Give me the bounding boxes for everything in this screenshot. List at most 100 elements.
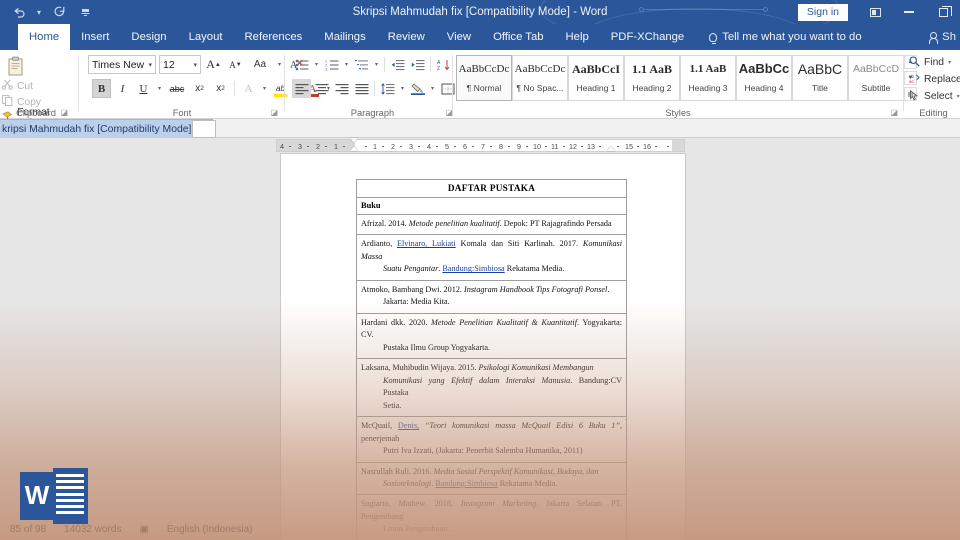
hyperlink-text[interactable]: Bandung:Simbiosa	[435, 479, 497, 488]
font-dialog-launcher-icon[interactable]: ◪	[270, 108, 278, 117]
style-title[interactable]: AaBbC Title	[792, 55, 848, 101]
group-separator-1	[78, 55, 79, 111]
text-effects-button[interactable]: A	[239, 79, 258, 98]
select-button[interactable]: Select ▾	[909, 88, 960, 105]
text-highlight-color-button[interactable]: ab	[271, 79, 290, 98]
right-indent-marker[interactable]	[607, 146, 615, 151]
tab-insert[interactable]: Insert	[70, 24, 120, 50]
tab-home[interactable]: Home	[18, 24, 71, 50]
chevron-down-icon[interactable]: ▾	[428, 85, 437, 92]
multilevel-list-icon[interactable]	[352, 55, 371, 74]
minimize-icon[interactable]	[892, 0, 926, 24]
chevron-down-icon[interactable]: ▾	[260, 85, 269, 92]
table-row-reference[interactable]: Atmoko, Bambang Dwi. 2012. Instagram Han…	[356, 279, 627, 313]
new-tab-icon[interactable]	[192, 120, 216, 138]
strikethrough-button[interactable]: abc	[166, 79, 188, 98]
restore-icon[interactable]	[926, 0, 960, 24]
proofing-errors-icon[interactable]: ▣	[139, 524, 148, 535]
chevron-down-icon[interactable]: ▾	[32, 2, 46, 22]
tab-pdf-xchange[interactable]: PDF-XChange	[600, 24, 695, 50]
align-center-icon[interactable]	[312, 79, 331, 98]
clipboard-dialog-launcher-icon[interactable]: ◪	[60, 108, 68, 117]
document-canvas: DAFTAR PUSTAKA Buku Afrizal. 2014. Metod…	[0, 154, 960, 540]
word-count[interactable]: 14032 words	[64, 524, 121, 535]
numbering-icon[interactable]: 123	[322, 55, 341, 74]
sign-in-button[interactable]: Sign in	[797, 3, 848, 21]
style-normal[interactable]: AaBbCcDc ¶ Normal	[456, 55, 512, 101]
reference-line: Suatu Pengantar. Bandung:Simbiosa Rekata…	[361, 263, 622, 275]
find-button[interactable]: Find ▾	[909, 54, 960, 71]
table-row-reference[interactable]: Nasrullah Ruli. 2016. Media Sosial Persp…	[356, 461, 627, 495]
shrink-font-button[interactable]: A ▼	[226, 55, 245, 74]
hanging-indent-marker[interactable]	[350, 146, 358, 151]
subscript-button[interactable]: x2	[190, 79, 209, 98]
chevron-down-icon[interactable]: ▾	[312, 61, 321, 68]
table-row-reference[interactable]: Laksana, Muhibudin Wijaya. 2015. Psikolo…	[356, 358, 627, 417]
shading-icon[interactable]	[408, 79, 427, 98]
tab-view[interactable]: View	[436, 24, 482, 50]
bullets-icon[interactable]	[292, 55, 311, 74]
share-button[interactable]: Sh	[929, 24, 956, 50]
borders-icon[interactable]	[438, 79, 457, 98]
tab-office-tab[interactable]: Office Tab	[482, 24, 554, 50]
table-row-section[interactable]: Buku	[356, 197, 627, 214]
table-row-reference[interactable]: Hardani dkk. 2020. Metode Penelitian Kua…	[356, 312, 627, 359]
tell-me-search[interactable]: Tell me what you want to do	[695, 24, 862, 50]
style-no-spacing[interactable]: AaBbCcDc ¶ No Spac...	[512, 55, 568, 101]
plain-text: . Depok: PT Rajagrafindo Persada	[499, 219, 612, 228]
font-size-input[interactable]: 12 ▾	[159, 55, 201, 74]
italic-button[interactable]: I	[113, 79, 132, 98]
chevron-down-icon[interactable]: ▾	[275, 61, 284, 68]
underline-button[interactable]: U	[134, 79, 153, 98]
chevron-down-icon[interactable]: ▾	[155, 85, 164, 92]
grow-font-button[interactable]: A ▲	[204, 55, 223, 74]
undo-icon[interactable]	[8, 2, 30, 22]
style-heading-2[interactable]: 1.1 AaB Heading 2	[624, 55, 680, 101]
redo-icon[interactable]	[48, 2, 70, 22]
tab-design[interactable]: Design	[120, 24, 177, 50]
sort-icon[interactable]: AZ	[434, 55, 453, 74]
chevron-down-icon[interactable]: ▾	[372, 61, 381, 68]
decrease-indent-icon[interactable]	[388, 55, 407, 74]
tab-help[interactable]: Help	[555, 24, 600, 50]
document-tab-active[interactable]: kripsi Mahmudah fix [Compatibility Mode]…	[0, 119, 213, 138]
style-heading-4[interactable]: AaBbCc Heading 4	[736, 55, 792, 101]
page-indicator[interactable]: 85 of 98	[10, 524, 46, 535]
bold-button[interactable]: B	[92, 79, 111, 98]
justify-icon[interactable]	[352, 79, 371, 98]
first-line-indent-marker[interactable]	[350, 138, 358, 143]
tab-layout[interactable]: Layout	[178, 24, 234, 50]
table-row-reference[interactable]: McQuail, Denis, “Teori komunikasi massa …	[356, 416, 627, 462]
customize-quick-access-toolbar-icon[interactable]	[78, 2, 92, 22]
hyperlink-text[interactable]: Denis,	[398, 421, 419, 430]
language-indicator[interactable]: English (Indonesia)	[167, 524, 253, 535]
align-right-icon[interactable]	[332, 79, 351, 98]
replace-button[interactable]: ab ac Replace	[909, 71, 960, 88]
style-heading-3[interactable]: 1.1 AaB Heading 3	[680, 55, 736, 101]
document-page[interactable]: DAFTAR PUSTAKA Buku Afrizal. 2014. Metod…	[281, 154, 685, 540]
chevron-down-icon[interactable]: ▾	[398, 85, 407, 92]
table-row-reference[interactable]: Afrizal. 2014. Metode penelitian kualita…	[356, 214, 627, 235]
tab-mailings[interactable]: Mailings	[313, 24, 376, 50]
chevron-down-icon[interactable]: ▾	[948, 59, 951, 66]
styles-dialog-launcher-icon[interactable]: ◪	[890, 108, 898, 117]
chevron-down-icon[interactable]: ▾	[342, 61, 351, 68]
font-name-input[interactable]: Times New Ro ▾	[88, 55, 156, 74]
change-case-button[interactable]: Aa	[248, 55, 272, 74]
tab-review[interactable]: Review	[377, 24, 436, 50]
cut-button[interactable]: Cut	[1, 78, 72, 94]
ribbon-display-options-icon[interactable]	[858, 0, 892, 24]
increase-indent-icon[interactable]	[408, 55, 427, 74]
style-subtitle[interactable]: AaBbCcD Subtitle	[848, 55, 904, 101]
bibliography-table[interactable]: DAFTAR PUSTAKA Buku Afrizal. 2014. Metod…	[356, 179, 627, 540]
table-row-reference[interactable]: Ardianto, Elvinaro, Lukiati Komala dan S…	[356, 234, 627, 280]
align-left-icon[interactable]	[292, 79, 311, 98]
hyperlink-text[interactable]: Bandung:Simbiosa	[442, 264, 504, 273]
hyperlink-text[interactable]: Elvinaro, Lukiati	[397, 239, 456, 248]
superscript-button[interactable]: x2	[211, 79, 230, 98]
table-row-title[interactable]: DAFTAR PUSTAKA	[356, 179, 627, 197]
chevron-down-icon[interactable]: ▾	[957, 93, 960, 100]
tab-references[interactable]: References	[234, 24, 314, 50]
style-heading-1[interactable]: AaBbCcI Heading 1	[568, 55, 624, 101]
line-spacing-icon[interactable]	[378, 79, 397, 98]
